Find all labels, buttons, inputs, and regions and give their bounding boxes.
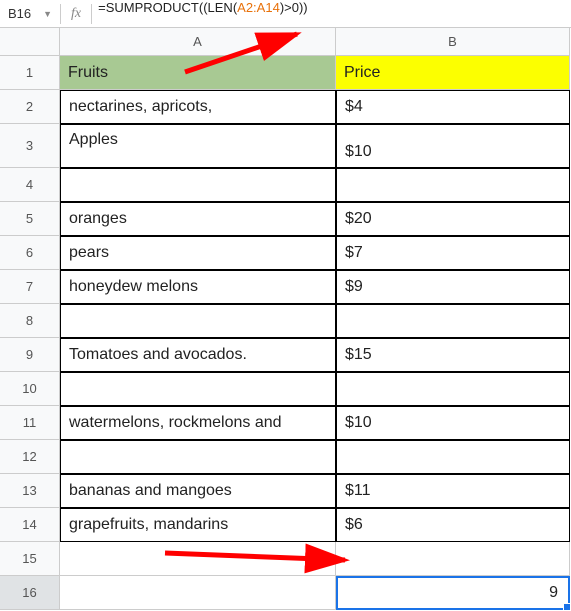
cell[interactable]: honeydew melons [60,270,336,304]
row-header[interactable]: 14 [0,508,60,542]
table-row: 2nectarines, apricots,$4 [0,90,571,124]
cell[interactable] [336,440,570,474]
formula-prefix: =SUMPRODUCT((LEN( [98,0,237,15]
cell[interactable]: oranges [60,202,336,236]
column-header-row: A B [0,28,571,56]
cell[interactable]: $20 [336,202,570,236]
table-row: 11watermelons, rockmelons and$10 [0,406,571,440]
formula-bar: B16 ▼ fx =SUMPRODUCT((LEN(A2:A14)>0)) [0,0,571,28]
row-header[interactable]: 7 [0,270,60,304]
table-row: 13bananas and mangoes$11 [0,474,571,508]
cell[interactable]: bananas and mangoes [60,474,336,508]
row-header[interactable]: 9 [0,338,60,372]
cell[interactable]: $10 [336,124,570,168]
row-header[interactable]: 4 [0,168,60,202]
cell[interactable]: Apples [60,124,336,168]
col-header-a[interactable]: A [60,28,336,56]
formula-suffix: )>0)) [280,0,308,15]
row-header[interactable]: 2 [0,90,60,124]
table-row: 5oranges$20 [0,202,571,236]
cell[interactable] [60,576,336,610]
row-header[interactable]: 13 [0,474,60,508]
row-header[interactable]: 8 [0,304,60,338]
row-header[interactable]: 1 [0,56,60,90]
cell[interactable] [60,304,336,338]
header-cell-price[interactable]: Price [336,56,570,90]
row-header[interactable]: 16 [0,576,60,610]
table-row: 14grapefruits, mandarins$6 [0,508,571,542]
spreadsheet-grid: A B 1FruitsPrice2nectarines, apricots,$4… [0,28,571,610]
header-cell-fruits[interactable]: Fruits [60,56,336,90]
select-all-corner[interactable] [0,28,60,56]
cell[interactable] [336,372,570,406]
cell[interactable]: $4 [336,90,570,124]
cell[interactable] [336,168,570,202]
table-row: 15 [0,542,571,576]
cell[interactable] [60,168,336,202]
table-row: 16 9 [0,576,571,610]
cell[interactable]: $7 [336,236,570,270]
cell[interactable] [336,542,570,576]
col-header-b[interactable]: B [336,28,570,56]
table-row: 12 [0,440,571,474]
cell[interactable] [336,304,570,338]
table-row: 8 [0,304,571,338]
fx-icon: fx [61,6,91,22]
cell[interactable]: $9 [336,270,570,304]
cell[interactable]: Tomatoes and avocados. [60,338,336,372]
table-row: 7honeydew melons$9 [0,270,571,304]
cell[interactable] [60,542,336,576]
row-header[interactable]: 15 [0,542,60,576]
table-row: 9Tomatoes and avocados.$15 [0,338,571,372]
row-header[interactable]: 3 [0,124,60,168]
name-box[interactable]: B16 ▼ [0,6,60,21]
cell[interactable]: nectarines, apricots, [60,90,336,124]
row-header[interactable]: 12 [0,440,60,474]
cell[interactable]: pears [60,236,336,270]
row-header[interactable]: 10 [0,372,60,406]
cell[interactable]: $11 [336,474,570,508]
table-row: 6pears$7 [0,236,571,270]
formula-input[interactable]: =SUMPRODUCT((LEN(A2:A14)>0)) [92,0,571,27]
row-header[interactable]: 11 [0,406,60,440]
table-row: 10 [0,372,571,406]
row-header[interactable]: 6 [0,236,60,270]
formula-range: A2:A14 [237,0,280,15]
cell[interactable] [60,440,336,474]
table-row: 1FruitsPrice [0,56,571,90]
cell[interactable]: grapefruits, mandarins [60,508,336,542]
cell[interactable]: $6 [336,508,570,542]
cell[interactable] [60,372,336,406]
name-box-value: B16 [8,6,31,21]
table-row: 3Apples$10 [0,124,571,168]
row-header[interactable]: 5 [0,202,60,236]
selected-cell[interactable]: 9 [336,576,570,610]
cell[interactable]: $15 [336,338,570,372]
dropdown-icon[interactable]: ▼ [43,9,52,19]
table-row: 4 [0,168,571,202]
cell[interactable]: watermelons, rockmelons and [60,406,336,440]
cell[interactable]: $10 [336,406,570,440]
